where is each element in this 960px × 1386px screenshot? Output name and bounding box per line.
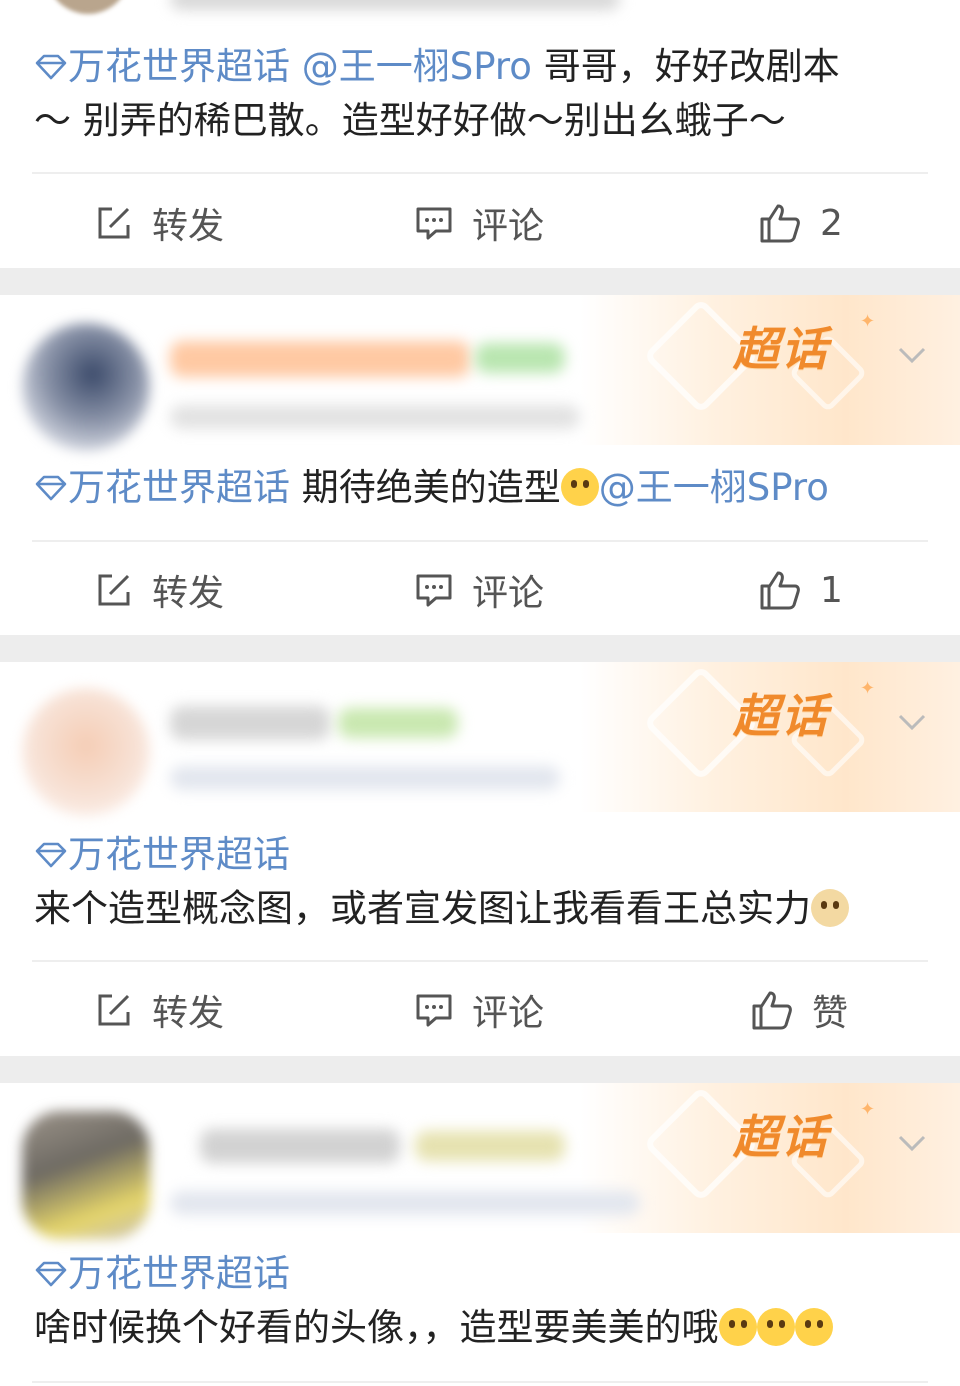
divider <box>32 960 928 962</box>
like-button[interactable]: 2 <box>758 178 843 268</box>
comment-bubble-icon <box>416 994 452 1027</box>
avatar[interactable] <box>22 688 150 816</box>
supertopic-tag-link[interactable]: 万花世界超话 <box>34 466 302 509</box>
repost-label: 转发 <box>152 573 225 614</box>
post-body: 啥时候换个好看的头像，，造型要美美的哦 <box>34 1306 719 1349</box>
thumbs-up-icon <box>752 991 792 1030</box>
shy-face-emoji-icon <box>560 468 599 506</box>
avatar[interactable] <box>22 323 150 451</box>
crying-emoji-icon <box>756 1308 795 1346</box>
post-text: 万花世界超话 @王一栩SPro 哥哥，好好改剧本 <box>34 40 920 94</box>
chevron-down-icon[interactable] <box>896 1127 928 1159</box>
chevron-down-icon[interactable] <box>896 706 928 738</box>
action-bar: 转发 评论 2 <box>0 178 960 268</box>
post-text: 万花世界超话 期待绝美的造型 @王一栩SPro <box>34 461 920 515</box>
repost-label: 转发 <box>152 206 225 247</box>
doge-emoji-icon <box>811 889 849 927</box>
repost-button[interactable]: 转发 <box>94 965 224 1055</box>
repost-button[interactable]: 转发 <box>94 545 224 635</box>
edit-square-icon <box>98 207 130 239</box>
comment-button[interactable]: 评论 <box>414 965 544 1055</box>
mention-link[interactable]: @王一栩SPro <box>302 45 532 88</box>
post-meta <box>170 0 620 10</box>
like-button[interactable]: 1 <box>758 545 843 635</box>
edit-square-icon <box>98 994 130 1026</box>
post-body: 来个造型概念图，或者宣发图让我看看王总实力 <box>34 887 811 930</box>
diamond-icon <box>35 842 67 868</box>
supertopic-tag-line: 万花世界超话 <box>34 828 920 882</box>
diamond-icon <box>35 54 67 80</box>
edit-square-icon <box>98 574 130 606</box>
username[interactable] <box>170 706 330 740</box>
username[interactable] <box>170 341 470 377</box>
crying-emoji-icon <box>794 1308 833 1346</box>
user-badge <box>338 708 458 738</box>
comment-bubble-icon <box>416 574 452 607</box>
supertopic-tag-line: 万花世界超话 <box>34 1247 920 1301</box>
like-button[interactable]: 赞 <box>750 965 848 1055</box>
supertopic-badge[interactable]: 超话 <box>733 1101 829 1167</box>
avatar[interactable] <box>22 1111 150 1239</box>
divider <box>32 540 928 542</box>
chevron-down-icon[interactable] <box>896 339 928 371</box>
comment-button[interactable]: 评论 <box>414 178 544 268</box>
post-text: 啥时候换个好看的头像，，造型要美美的哦 <box>34 1301 920 1355</box>
like-count: 1 <box>820 569 843 611</box>
supertopic-tag-link[interactable]: 万花世界超话 <box>34 833 290 876</box>
action-bar: 转发 评论 1 <box>0 545 960 635</box>
comment-label: 评论 <box>472 993 545 1034</box>
comment-button[interactable]: 评论 <box>414 545 544 635</box>
mention-link[interactable]: @王一栩SPro <box>599 466 829 509</box>
avatar[interactable] <box>46 0 130 14</box>
supertopic-tag-link[interactable]: 万花世界超话 <box>34 45 302 88</box>
post-meta <box>170 405 580 429</box>
user-badge <box>475 343 565 373</box>
post-card-1: 万花世界超话 @王一栩SPro 哥哥，好好改剧本 ～ 别弄的稀巴散。造型好好做～… <box>0 0 960 268</box>
comment-bubble-icon <box>416 207 452 240</box>
post-meta <box>170 1191 640 1215</box>
sparkle-icon: ✦ <box>860 311 876 332</box>
divider <box>32 1381 928 1383</box>
post-text-line1: 哥哥，好好改剧本 <box>531 45 840 88</box>
sparkle-icon: ✦ <box>860 1099 876 1120</box>
divider <box>32 172 928 174</box>
post-card-2: 超话 ✦ 万花世界超话 期待绝美的造型 @王一栩SPro 转发 评论 1 <box>0 295 960 635</box>
diamond-icon <box>35 475 67 501</box>
repost-button[interactable]: 转发 <box>94 178 224 268</box>
like-count: 2 <box>820 202 843 244</box>
comment-label: 评论 <box>472 206 545 247</box>
post-text: 来个造型概念图，或者宣发图让我看看王总实力 <box>34 882 920 936</box>
thumbs-up-icon <box>760 204 800 243</box>
like-label: 赞 <box>812 993 849 1034</box>
supertopic-badge[interactable]: 超话 <box>733 680 829 746</box>
post-body: 期待绝美的造型 <box>301 466 561 509</box>
supertopic-tag-link[interactable]: 万花世界超话 <box>34 1252 290 1295</box>
thumbs-up-icon <box>760 571 800 610</box>
username[interactable] <box>200 1129 400 1163</box>
user-badge <box>415 1131 565 1161</box>
post-card-3: 超话 ✦ 万花世界超话 来个造型概念图，或者宣发图让我看看王总实力 转发 评论 … <box>0 662 960 1056</box>
sparkle-icon: ✦ <box>860 678 876 699</box>
comment-label: 评论 <box>472 573 545 614</box>
supertopic-badge[interactable]: 超话 <box>733 313 829 379</box>
diamond-icon <box>35 1261 67 1287</box>
crying-emoji-icon <box>718 1308 757 1346</box>
action-bar: 转发 评论 赞 <box>0 965 960 1055</box>
post-card-4: 超话 ✦ 万花世界超话 啥时候换个好看的头像，，造型要美美的哦 <box>0 1083 960 1386</box>
post-meta <box>170 766 560 790</box>
post-text-line2: ～ 别弄的稀巴散。造型好好做～别出幺蛾子～ <box>34 99 786 142</box>
repost-label: 转发 <box>152 993 225 1034</box>
